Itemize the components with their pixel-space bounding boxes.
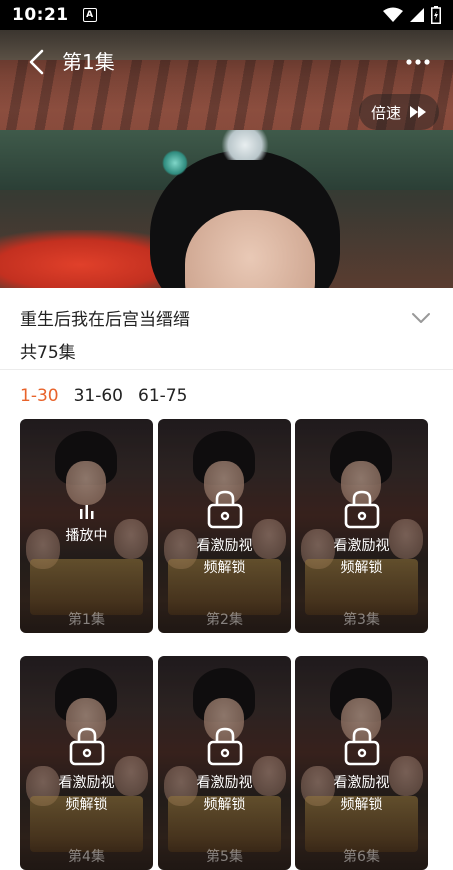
episode-status: 看激励视 频解锁 [333,775,390,813]
episode-label: 第2集 [206,612,243,628]
lock-icon [344,727,379,766]
episode-status: 看激励视 频解锁 [196,538,253,576]
chevron-left-icon [29,49,44,75]
lock-icon [207,727,242,766]
episode-count: 共75集 [20,343,76,363]
more-button[interactable] [403,52,433,72]
episode-status: 看激励视 频解锁 [333,538,390,576]
chevron-down-icon [412,313,430,323]
episode-label: 第3集 [343,612,380,628]
speed-button[interactable]: 倍速 [358,94,439,130]
episode-card[interactable]: 看激励视 频解锁 第6集 [295,656,428,870]
tab-range-31-60[interactable]: 31-60 [74,386,123,406]
episode-card[interactable]: 播放中 第1集 [20,419,153,633]
episode-status: 播放中 [65,528,108,544]
playing-bars-icon [79,505,93,519]
episode-status: 看激励视 频解锁 [196,775,253,813]
lock-icon [207,490,242,529]
video-player[interactable]: 第1集 倍速 [0,30,453,288]
lock-icon [344,490,379,529]
back-button[interactable] [22,48,50,76]
speed-label: 倍速 [370,103,401,122]
lock-icon [69,727,104,766]
tab-range-1-30[interactable]: 1-30 [20,386,59,406]
episode-status: 看激励视 频解锁 [58,775,115,813]
drama-title: 重生后我在后宫当缙缙 [20,310,190,330]
signal-icon [410,8,424,22]
fast-forward-icon [410,106,426,118]
battery-icon [431,6,441,24]
episode-card[interactable]: 看激励视 频解锁 第4集 [20,656,153,870]
episode-label: 第5集 [206,849,243,865]
drama-info: 重生后我在后宫当缙缙 共75集 [0,288,453,370]
episode-label: 第1集 [68,612,105,628]
status-icons [383,6,441,24]
episode-card[interactable]: 看激励视 频解锁 第2集 [158,419,291,633]
episode-title: 第1集 [62,50,115,74]
more-dots-icon [406,59,430,65]
status-time: 10:21 [12,5,69,25]
episode-card[interactable]: 看激励视 频解锁 第3集 [295,419,428,633]
expand-button[interactable] [409,306,433,330]
wifi-icon [383,7,403,22]
episode-label: 第4集 [68,849,105,865]
status-bar: 10:21 A [0,0,453,30]
episode-card[interactable]: 看激励视 频解锁 第5集 [158,656,291,870]
notification-icon: A [82,8,97,22]
episode-label: 第6集 [343,849,380,865]
episode-range-tabs: 1-30 31-60 61-75 [20,386,187,406]
tab-range-61-75[interactable]: 61-75 [138,386,187,406]
